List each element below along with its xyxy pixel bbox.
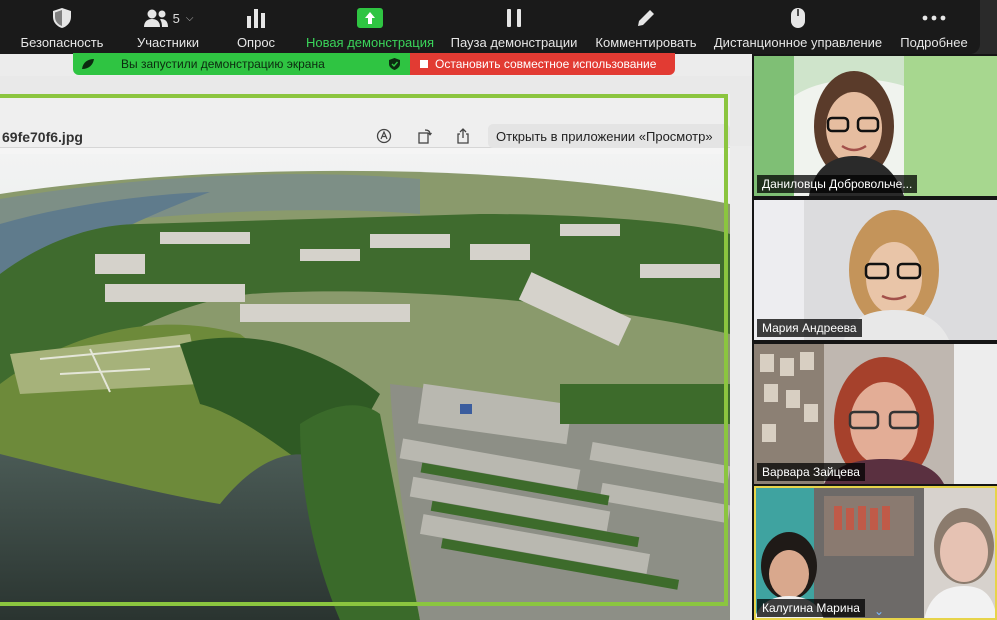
mouse-icon <box>791 8 805 28</box>
markup-icon <box>376 128 392 144</box>
security-button[interactable]: Безопасность <box>18 6 106 52</box>
participant-tile[interactable]: Даниловцы Добровольче... <box>754 56 997 196</box>
chevron-down-icon[interactable]: ⌄ <box>874 604 884 618</box>
new-share-label: Новая демонстрация <box>305 35 435 50</box>
security-label: Безопасность <box>20 35 104 50</box>
participant-gallery: Даниловцы Добровольче... Мария Андреева <box>752 54 997 620</box>
participants-icon <box>143 9 168 27</box>
share-button[interactable] <box>452 125 474 147</box>
remote-control-button[interactable]: Дистанционное управление <box>712 6 884 52</box>
more-label: Подробнее <box>900 35 968 50</box>
participants-count: 5 <box>172 10 180 26</box>
participant-tile-active[interactable]: Калугина Марина ⌄ <box>754 486 997 620</box>
sharing-status: Вы запустили демонстрацию экрана <box>73 53 410 75</box>
participant-name: Даниловцы Добровольче... <box>757 175 918 193</box>
rotate-icon <box>418 129 432 144</box>
more-button[interactable]: Подробнее <box>898 6 970 52</box>
stop-share-label: Остановить совместное использование <box>435 57 657 71</box>
markup-button[interactable] <box>373 125 395 147</box>
participant-tile[interactable]: Варвара Зайцева <box>754 344 997 484</box>
chevron-down-icon[interactable]: ⌵ <box>186 13 194 24</box>
aerial-city-photo <box>0 154 730 620</box>
poll-icon <box>247 9 265 28</box>
participant-name: Калугина Марина <box>757 599 865 617</box>
poll-label: Опрос <box>236 35 276 50</box>
more-icon <box>922 15 946 21</box>
pause-icon <box>507 9 521 27</box>
rotate-button[interactable] <box>413 125 435 147</box>
poll-button[interactable]: Опрос <box>232 6 280 52</box>
pause-share-label: Пауза демонстрации <box>450 35 578 50</box>
participant-tile[interactable]: Мария Андреева <box>754 200 997 340</box>
participants-button[interactable]: 5 ⌵ Участники <box>128 6 208 52</box>
share-icon <box>457 128 469 144</box>
annotate-label: Комментировать <box>595 35 697 50</box>
new-share-icon <box>357 8 383 28</box>
open-in-preview-button[interactable]: Открыть в приложении «Просмотр» <box>488 124 730 148</box>
shared-screen: 69fe70f6.jpg Открыть в приложении «Просм… <box>0 54 752 620</box>
image-viewer-window: 69fe70f6.jpg Открыть в приложении «Просм… <box>0 94 730 620</box>
annotate-button[interactable]: Комментировать <box>592 6 700 52</box>
sharing-banner: Вы запустили демонстрацию экрана Останов… <box>73 53 675 75</box>
shield-icon <box>53 8 71 28</box>
viewer-titlebar: 69fe70f6.jpg Открыть в приложении «Просм… <box>0 94 730 148</box>
stop-icon <box>420 60 428 68</box>
pause-share-button[interactable]: Пауза демонстрации <box>448 6 580 52</box>
remote-control-label: Дистанционное управление <box>713 35 883 50</box>
stop-share-button[interactable]: Остановить совместное использование <box>410 53 675 75</box>
shield-check-icon <box>389 58 400 70</box>
meeting-toolbar: Безопасность 5 ⌵ Участники Опрос Новая д… <box>0 0 980 54</box>
new-share-button[interactable]: Новая демонстрация <box>304 6 436 52</box>
file-name: 69fe70f6.jpg <box>2 129 83 145</box>
leaf-icon <box>82 59 94 69</box>
participant-name: Мария Андреева <box>757 319 862 337</box>
sharing-status-text: Вы запустили демонстрацию экрана <box>121 57 325 71</box>
photo-image <box>0 154 730 620</box>
zoom-meeting-window: Безопасность 5 ⌵ Участники Опрос Новая д… <box>0 0 997 620</box>
participants-label: Участники <box>136 35 200 50</box>
participant-name: Варвара Зайцева <box>757 463 865 481</box>
pencil-icon <box>638 10 654 26</box>
